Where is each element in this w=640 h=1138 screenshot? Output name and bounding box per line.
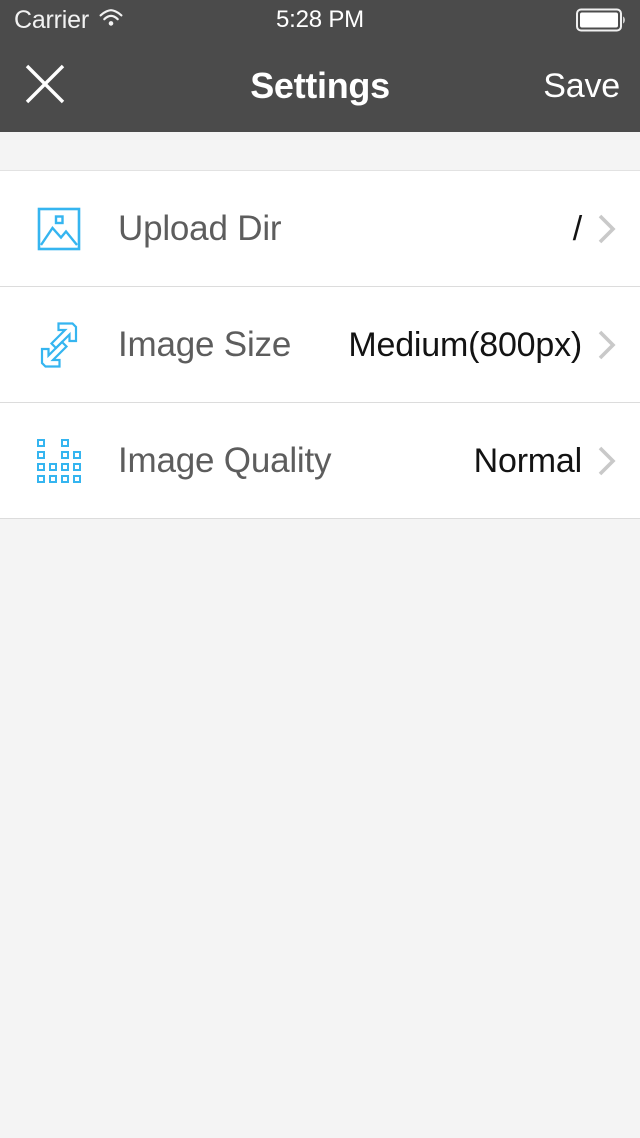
matrix-dot: [61, 474, 69, 483]
settings-row-label: Image Size: [118, 324, 292, 364]
section-gap: [0, 132, 640, 171]
matrix-dot: [37, 474, 45, 483]
settings-row-value: Medium(800px): [348, 325, 582, 364]
image-picture-icon: [0, 207, 118, 251]
chevron-right-icon: [596, 211, 618, 247]
matrix-dot: [37, 438, 45, 447]
chevron-right-icon: [596, 443, 618, 479]
settings-row-upload-dir[interactable]: Upload Dir /: [0, 171, 640, 287]
settings-row-label: Upload Dir: [118, 208, 282, 248]
matrix-dot: [49, 474, 57, 483]
matrix-dot: [73, 450, 81, 459]
matrix-dot: [73, 474, 81, 483]
settings-row-image-size[interactable]: Image Size Medium(800px): [0, 287, 640, 403]
matrix-dot: [49, 439, 57, 447]
matrix-dot: [61, 450, 69, 459]
settings-row-value: Normal: [473, 441, 583, 480]
save-button[interactable]: Save: [543, 69, 620, 103]
matrix-dot: [73, 439, 81, 447]
matrix-dot: [37, 450, 45, 459]
matrix-dot: [61, 462, 69, 471]
settings-row-image-quality[interactable]: Image Quality Normal: [0, 403, 640, 519]
empty-content-area: [0, 519, 640, 1138]
status-bar-time: 5:28 PM: [276, 6, 364, 33]
dot-matrix-quality-icon: [0, 438, 118, 483]
battery-full-icon: [576, 8, 628, 32]
resize-arrows-icon: [0, 319, 118, 371]
status-bar: Carrier 5:28 PM: [0, 0, 640, 40]
chevron-right-icon: [596, 327, 618, 363]
matrix-dot: [49, 451, 57, 459]
matrix-dot: [49, 462, 57, 471]
settings-row-label: Image Quality: [118, 440, 332, 480]
matrix-dot: [73, 462, 81, 471]
matrix-dot: [37, 462, 45, 471]
settings-list: Upload Dir / Image Size Medium(800px) Im…: [0, 171, 640, 519]
nav-bar: Settings Save: [0, 40, 640, 132]
settings-row-value: /: [572, 209, 582, 248]
matrix-dot: [61, 438, 69, 447]
